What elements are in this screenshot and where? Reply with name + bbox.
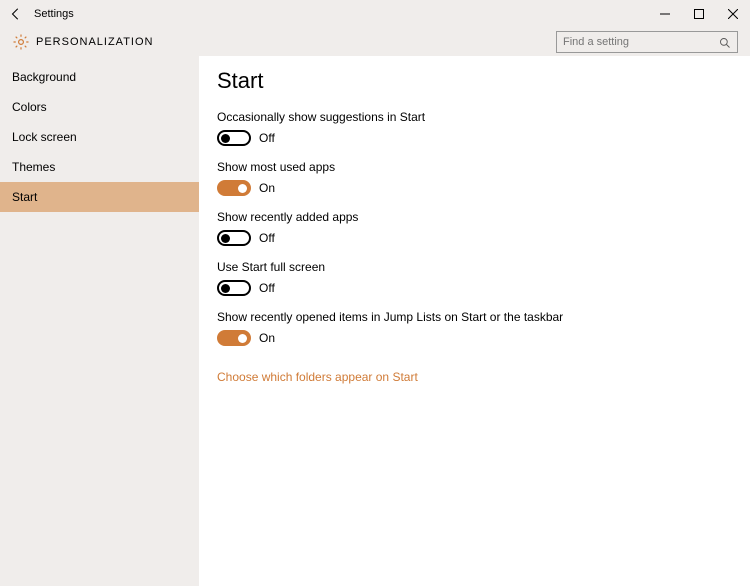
toggle-jump-lists[interactable] bbox=[217, 330, 251, 346]
page-title: Start bbox=[217, 68, 732, 94]
setting-jump-lists: Show recently opened items in Jump Lists… bbox=[217, 310, 732, 346]
setting-suggestions: Occasionally show suggestions in Start O… bbox=[217, 110, 732, 146]
setting-full-screen: Use Start full screen Off bbox=[217, 260, 732, 296]
sidebar-item-label: Colors bbox=[12, 100, 47, 114]
sidebar-item-label: Lock screen bbox=[12, 130, 77, 144]
setting-recently-added: Show recently added apps Off bbox=[217, 210, 732, 246]
close-button[interactable] bbox=[716, 0, 750, 28]
search-icon bbox=[719, 36, 731, 48]
sidebar-item-background[interactable]: Background bbox=[0, 62, 199, 92]
back-button[interactable] bbox=[0, 0, 32, 28]
sidebar-item-label: Themes bbox=[12, 160, 55, 174]
sidebar-item-colors[interactable]: Colors bbox=[0, 92, 199, 122]
minimize-button[interactable] bbox=[648, 0, 682, 28]
toggle-state: Off bbox=[259, 231, 275, 245]
toggle-state: Off bbox=[259, 131, 275, 145]
toggle-state: On bbox=[259, 181, 275, 195]
window-title: Settings bbox=[32, 8, 74, 20]
choose-folders-link[interactable]: Choose which folders appear on Start bbox=[217, 370, 418, 384]
search-box[interactable] bbox=[556, 31, 738, 53]
sidebar-item-start[interactable]: Start bbox=[0, 182, 199, 212]
setting-most-used: Show most used apps On bbox=[217, 160, 732, 196]
sidebar-item-themes[interactable]: Themes bbox=[0, 152, 199, 182]
sidebar-item-lock-screen[interactable]: Lock screen bbox=[0, 122, 199, 152]
toggle-suggestions[interactable] bbox=[217, 130, 251, 146]
sidebar: Background Colors Lock screen Themes Sta… bbox=[0, 56, 199, 586]
setting-label: Occasionally show suggestions in Start bbox=[217, 110, 732, 124]
search-input[interactable] bbox=[563, 36, 719, 48]
sidebar-item-label: Background bbox=[12, 70, 76, 84]
toggle-most-used[interactable] bbox=[217, 180, 251, 196]
titlebar: Settings bbox=[0, 0, 750, 28]
maximize-button[interactable] bbox=[682, 0, 716, 28]
setting-label: Show recently added apps bbox=[217, 210, 732, 224]
setting-label: Show recently opened items in Jump Lists… bbox=[217, 310, 732, 324]
gear-icon bbox=[12, 33, 30, 51]
toggle-state: On bbox=[259, 331, 275, 345]
section-title: PERSONALIZATION bbox=[36, 36, 153, 48]
subheader: PERSONALIZATION bbox=[0, 28, 750, 56]
setting-label: Show most used apps bbox=[217, 160, 732, 174]
sidebar-item-label: Start bbox=[12, 190, 37, 204]
toggle-recently-added[interactable] bbox=[217, 230, 251, 246]
toggle-full-screen[interactable] bbox=[217, 280, 251, 296]
toggle-state: Off bbox=[259, 281, 275, 295]
main-panel: Start Occasionally show suggestions in S… bbox=[199, 56, 750, 586]
setting-label: Use Start full screen bbox=[217, 260, 732, 274]
